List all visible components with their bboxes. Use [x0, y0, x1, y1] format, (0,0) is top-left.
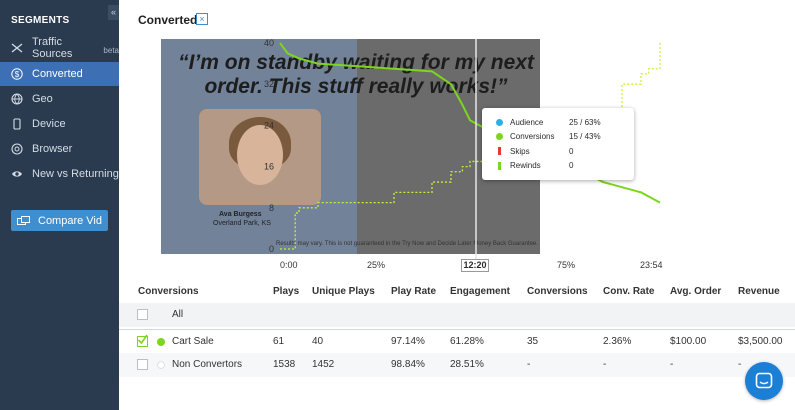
retention-chart: 40 32 24 16 8 0: [264, 38, 661, 260]
chart-tooltip: Audience 25 / 63% Conversions 15 / 43% S…: [482, 108, 634, 180]
column-header[interactable]: Conversions: [138, 281, 199, 303]
rewinds-bar-icon: [498, 161, 501, 170]
row-label: All: [172, 309, 184, 320]
column-header[interactable]: Engagement: [450, 281, 510, 303]
select-all-checkbox[interactable]: [137, 309, 148, 320]
cell-conv-rate: 2.36%: [603, 336, 632, 347]
column-header[interactable]: Plays: [273, 281, 299, 303]
x-tick: 23:54: [640, 260, 663, 270]
conversions-dot-icon: [496, 133, 503, 141]
cell-conversions: -: [527, 359, 531, 370]
column-header[interactable]: Revenue: [738, 281, 780, 303]
y-tick-label: 40: [264, 38, 274, 48]
cell-avg-order: -: [670, 359, 674, 370]
segment-name: Cart Sale: [172, 336, 214, 347]
skips-bar-icon: [498, 147, 501, 156]
tooltip-row-rewinds: Rewinds 0: [496, 159, 634, 174]
row-checkbox[interactable]: [137, 334, 148, 347]
cell-conversions: 35: [527, 336, 539, 347]
table-row-all[interactable]: All: [119, 303, 795, 327]
cell-revenue: $3,500.00: [738, 336, 783, 347]
chat-launcher-button[interactable]: [745, 362, 783, 400]
column-header[interactable]: Play Rate: [391, 281, 436, 303]
column-header[interactable]: Conv. Rate: [603, 281, 655, 303]
tooltip-row-skips: Skips 0: [496, 144, 634, 159]
cell-plays: 1538: [273, 359, 296, 370]
check-icon: [137, 334, 148, 345]
audience-dot-icon: [496, 118, 503, 126]
column-header[interactable]: Unique Plays: [312, 281, 375, 303]
chat-icon: [755, 372, 773, 389]
segment-color-dot: [157, 338, 165, 346]
y-tick-label: 24: [264, 120, 274, 130]
y-tick-label: 8: [269, 203, 274, 213]
cell-avg-order: $100.00: [670, 336, 707, 347]
x-tick: 0:00: [280, 260, 298, 270]
tooltip-row-conversions: Conversions 15 / 43%: [496, 130, 634, 145]
y-tick-label: 0: [269, 244, 274, 254]
cell-conv-rate: -: [603, 359, 607, 370]
segment-name: Non Convertors: [172, 359, 243, 370]
playhead-time-label[interactable]: 12:20: [461, 259, 489, 272]
x-tick: 25%: [367, 260, 386, 270]
row-checkbox[interactable]: [137, 359, 148, 370]
y-tick-label: 32: [264, 79, 274, 89]
cell-plays: 61: [273, 336, 285, 347]
cell-engagement: 28.51%: [450, 359, 484, 370]
cell-play-rate: 98.84%: [391, 359, 425, 370]
y-tick-label: 16: [264, 162, 274, 172]
cell-unique-plays: 40: [312, 336, 324, 347]
column-header[interactable]: Conversions: [527, 281, 588, 303]
segment-color-dot: [157, 361, 165, 369]
x-tick: 75%: [557, 260, 576, 270]
cell-play-rate: 97.14%: [391, 336, 425, 347]
table-row[interactable]: Cart Sale 61 40 97.14% 61.28% 35 2.36% $…: [119, 329, 795, 353]
cell-unique-plays: 1452: [312, 359, 335, 370]
table-header: Conversions Plays Unique Plays Play Rate…: [119, 281, 795, 303]
cell-engagement: 61.28%: [450, 336, 484, 347]
cell-revenue: -: [738, 359, 742, 370]
table-row[interactable]: Non Convertors 1538 1452 98.84% 28.51% -…: [119, 353, 795, 377]
column-header[interactable]: Avg. Order: [670, 281, 721, 303]
tooltip-row-audience: Audience 25 / 63%: [496, 115, 634, 130]
